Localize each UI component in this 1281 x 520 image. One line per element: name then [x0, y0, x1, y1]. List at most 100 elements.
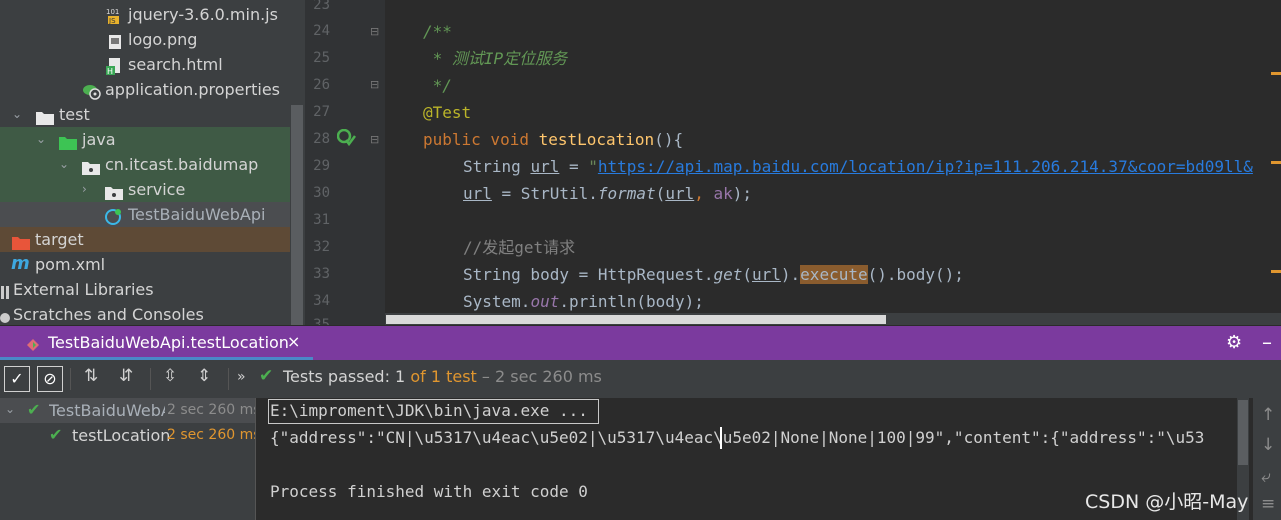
close-icon[interactable]: ×	[287, 332, 300, 351]
test-config-icon	[27, 336, 39, 351]
tree-item-test[interactable]: ⌄ test	[0, 102, 290, 127]
api-url-link[interactable]: https://api.map.baidu.com/location/ip?ip…	[598, 157, 1253, 176]
tree-item-scratches[interactable]: Scratches and Consoles	[0, 302, 290, 327]
tree-item-testbaiduwebapi[interactable]: TestBaiduWebApi	[0, 202, 290, 227]
line-number: 25	[313, 50, 330, 66]
svg-text:JS: JS	[108, 17, 116, 25]
tree-item-label: pom.xml	[35, 255, 106, 274]
code-line-34: System.out.println(body);	[463, 292, 704, 311]
excluded-folder-icon	[12, 232, 30, 250]
run-tab-label: TestBaiduWebApi.testLocation	[48, 333, 289, 352]
check-icon: ✔	[49, 425, 63, 444]
tree-item-label: TestBaiduWebApi	[128, 205, 266, 224]
console-scroll-thumb[interactable]	[1238, 400, 1248, 465]
properties-file-icon	[82, 82, 101, 100]
scroll-to-end-icon[interactable]: ≡	[1261, 494, 1275, 514]
arrow-up-icon[interactable]: ↑	[1261, 405, 1275, 425]
svg-text:H: H	[107, 67, 113, 75]
line-number: 24	[313, 23, 330, 39]
arrow-down-icon[interactable]: ↓	[1261, 435, 1275, 455]
code-line-27: @Test	[423, 103, 472, 122]
check-icon: ✔	[27, 400, 41, 419]
chevron-down-icon[interactable]: ⌄	[36, 127, 46, 152]
image-file-icon	[108, 32, 123, 49]
tree-item-external-libraries[interactable]: External Libraries	[0, 277, 290, 302]
tree-item-application-properties[interactable]: application.properties	[0, 77, 290, 102]
code-line-30: url = StrUtil.format(url, ak);	[463, 184, 753, 203]
tree-item-label: cn.itcast.baidumap	[105, 155, 259, 174]
chevron-right-icon[interactable]: ›	[82, 177, 87, 202]
tree-item-label: search.html	[128, 55, 223, 74]
code-line-33: String body = HttpRequest.get(url).execu…	[463, 265, 964, 284]
fold-icon[interactable]: ⊟	[370, 133, 379, 146]
chevron-down-icon[interactable]: ⌄	[12, 102, 22, 127]
tree-item-pom[interactable]: m pom.xml	[0, 252, 290, 277]
toolbar-separator	[228, 368, 229, 390]
minimize-icon[interactable]: –	[1262, 330, 1272, 354]
editor-hscroll-thumb[interactable]	[386, 315, 886, 324]
test-source-folder-icon	[59, 132, 77, 150]
tree-item-label: test	[59, 105, 90, 124]
error-stripe-marker[interactable]	[1271, 161, 1281, 164]
code-line-28: public void testLocation(){	[423, 130, 684, 149]
tree-item-label: External Libraries	[13, 280, 154, 299]
test-method-label: testLocation	[72, 426, 171, 445]
error-stripe-marker[interactable]	[1271, 72, 1281, 75]
chevron-down-icon[interactable]: ⌄	[59, 152, 69, 177]
code-line-26: */	[423, 76, 452, 95]
tree-item-java[interactable]: ⌄ java	[0, 127, 290, 152]
tree-item-search[interactable]: H search.html	[0, 52, 290, 77]
show-passed-button[interactable]: ✓	[4, 366, 30, 392]
console-json-output: {"address":"CN|\u5317\u4eac\u5e02|\u5317…	[270, 428, 1205, 447]
line-number: 35	[313, 317, 330, 325]
line-number: 23	[313, 0, 330, 13]
tree-item-label: logo.png	[128, 30, 198, 49]
tree-item-label: service	[128, 180, 186, 199]
tree-item-label: jquery-3.6.0.min.js	[128, 5, 278, 24]
collapse-all-icon[interactable]: ⇕	[197, 366, 211, 386]
show-ignored-button[interactable]: ⊘	[37, 366, 63, 392]
tree-item-logo[interactable]: logo.png	[0, 27, 290, 52]
line-number: 27	[313, 104, 330, 120]
line-number: 34	[313, 293, 330, 309]
svg-text:101: 101	[106, 8, 119, 16]
code-line-32: //发起get请求	[463, 238, 576, 257]
line-number: 33	[313, 266, 330, 282]
chevron-down-icon[interactable]: ⌄	[5, 402, 15, 416]
line-number: 32	[313, 239, 330, 255]
tree-item-target[interactable]: target	[0, 227, 290, 252]
sort-alphabetically-icon[interactable]: ⇅	[84, 366, 98, 386]
html-file-icon: H	[106, 57, 121, 76]
line-number: 28	[313, 131, 330, 147]
tree-scrollbar[interactable]	[291, 105, 303, 325]
expand-all-icon[interactable]: ⇳	[163, 366, 177, 386]
sort-by-duration-icon[interactable]: ⇵	[119, 366, 133, 386]
check-icon: ✔	[259, 366, 274, 386]
line-number: 31	[313, 212, 330, 228]
watermark-text: CSDN @小昭-May	[1085, 491, 1249, 513]
run-test-icon[interactable]	[336, 128, 357, 151]
more-actions-icon[interactable]: »	[237, 369, 246, 385]
line-number: 30	[313, 185, 330, 201]
test-class-label: TestBaiduWebA	[49, 401, 165, 420]
code-editor[interactable]: /** * 测试IP定位服务 */ @Test public void test…	[385, 0, 1281, 325]
gear-icon[interactable]: ⚙	[1226, 332, 1242, 353]
tree-item-service[interactable]: › service	[0, 177, 290, 202]
tree-item-label: Scratches and Consoles	[13, 305, 204, 324]
tree-item-package-baidumap[interactable]: ⌄ cn.itcast.baidumap	[0, 152, 290, 177]
tree-item-label: target	[35, 230, 84, 249]
console-exit-line: Process finished with exit code 0	[270, 482, 588, 501]
soft-wrap-icon[interactable]: ⤶	[1261, 467, 1271, 487]
package-icon	[105, 182, 123, 200]
fold-icon[interactable]: ⊟	[370, 78, 379, 91]
tree-item-jquery[interactable]: 101 JS jquery-3.6.0.min.js	[0, 2, 290, 27]
maven-icon: m	[11, 253, 30, 274]
test-duration: 2 sec 260 ms	[167, 427, 261, 443]
console-command-line[interactable]: E:\improment\JDK\bin\java.exe ...	[270, 401, 588, 420]
test-duration: 2 sec 260 ms	[167, 402, 261, 418]
tree-item-label: application.properties	[105, 80, 280, 99]
tree-item-label: java	[82, 130, 116, 149]
fold-icon[interactable]: ⊟	[370, 25, 379, 38]
line-number: 26	[313, 77, 330, 93]
error-stripe-marker[interactable]	[1271, 270, 1281, 273]
